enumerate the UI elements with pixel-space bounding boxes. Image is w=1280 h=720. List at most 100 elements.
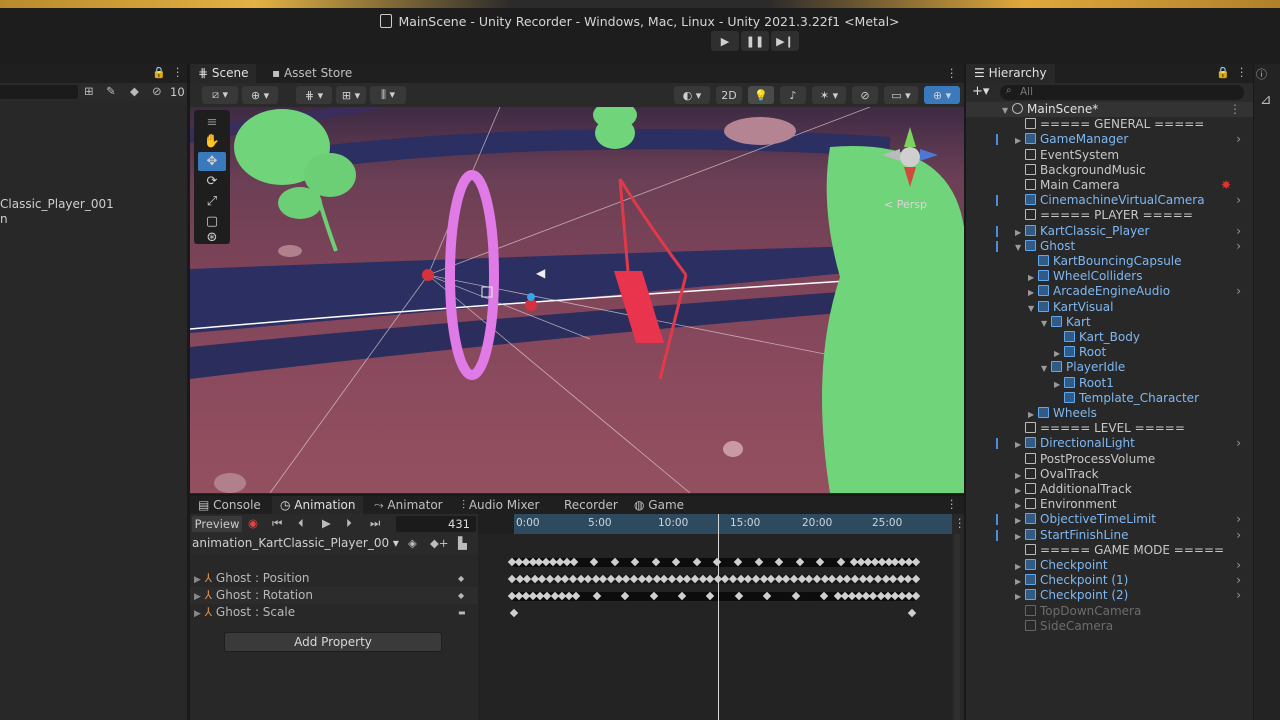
hierarchy-item[interactable]: CinemachineVirtualCamera ›: [966, 193, 1253, 208]
expand-right-icon[interactable]: ▶: [1054, 346, 1064, 361]
key-toggle-icon[interactable]: ◆: [458, 587, 464, 604]
scrollbar[interactable]: [954, 534, 960, 720]
property-row[interactable]: ▶ ⅄ Ghost : Scale ▬: [190, 604, 478, 621]
node-icon[interactable]: ⊿: [1260, 92, 1272, 108]
expand-arrow-icon[interactable]: ▶: [194, 592, 201, 602]
hierarchy-item[interactable]: ▼ Kart: [966, 315, 1253, 330]
open-prefab-chevron-icon[interactable]: ›: [1236, 512, 1241, 527]
paint-icon[interactable]: ✎: [106, 84, 116, 98]
property-row[interactable]: ▶ ⅄ Ghost : Rotation ◆: [190, 587, 478, 604]
property-row[interactable]: ▶ ⅄ Ghost : Position ◆: [190, 570, 478, 587]
expand-arrow-icon[interactable]: ▶: [194, 609, 201, 619]
hierarchy-item[interactable]: ▼ PlayerIdle: [966, 360, 1253, 375]
open-prefab-chevron-icon[interactable]: ›: [1236, 193, 1241, 208]
hierarchy-item[interactable]: ===== LEVEL =====: [966, 421, 1253, 436]
hierarchy-item[interactable]: ▶ GameManager ›: [966, 132, 1253, 147]
playhead[interactable]: [718, 514, 719, 720]
align-button[interactable]: ⫼ ▾: [370, 86, 406, 104]
expand-down-icon[interactable]: ▼: [1015, 240, 1025, 255]
add-property-button[interactable]: Add Property: [224, 632, 442, 652]
tab-scene[interactable]: ⋕ Scene: [190, 64, 257, 83]
expand-right-icon[interactable]: ▶: [1015, 468, 1025, 483]
persp-label[interactable]: < Persp: [884, 198, 927, 211]
open-prefab-chevron-icon[interactable]: ›: [1236, 436, 1241, 451]
hierarchy-item[interactable]: Template_Character: [966, 391, 1253, 406]
search-input[interactable]: [0, 85, 78, 99]
move-tool-icon[interactable]: ✥: [198, 152, 226, 171]
play-button[interactable]: ▶: [711, 31, 739, 51]
add-event-icon[interactable]: ◆+: [430, 536, 448, 550]
hierarchy-item[interactable]: TopDownCamera: [966, 604, 1253, 619]
tab-asset-store[interactable]: ▪ Asset Store: [264, 64, 360, 83]
open-prefab-chevron-icon[interactable]: ›: [1236, 239, 1241, 254]
hierarchy-item[interactable]: ▶ ArcadeEngineAudio ›: [966, 284, 1253, 299]
expand-down-icon[interactable]: ▼: [1028, 301, 1038, 316]
draw-mode-button[interactable]: ⧄ ▾: [202, 86, 238, 104]
scene-search-icon[interactable]: ⊞: [84, 84, 94, 98]
timeline-more-icon[interactable]: ⋮: [954, 516, 966, 530]
hierarchy-search-input[interactable]: ⌕ All: [1000, 85, 1244, 100]
prev-key-icon[interactable]: ⏴: [298, 516, 304, 531]
bottom-more-icon[interactable]: ⋮: [946, 497, 958, 511]
open-prefab-chevron-icon[interactable]: ›: [1236, 573, 1241, 588]
hierarchy-item[interactable]: ▶ Root: [966, 345, 1253, 360]
expand-right-icon[interactable]: ▶: [1015, 225, 1025, 240]
open-prefab-chevron-icon[interactable]: ›: [1236, 528, 1241, 543]
hand-tool-icon[interactable]: ✋: [198, 132, 226, 151]
tab-hierarchy[interactable]: ☰ Hierarchy: [966, 64, 1055, 83]
hierarchy-item[interactable]: ▶ OvalTrack: [966, 467, 1253, 482]
hierarchy-item[interactable]: ▼ KartVisual: [966, 300, 1253, 315]
scene-viewport[interactable]: ◀ < Persp: [190, 107, 964, 493]
hierarchy-item[interactable]: Main Camera ✸: [966, 178, 1253, 193]
add-keyframe-icon[interactable]: ◈: [408, 536, 417, 550]
create-button[interactable]: +▾: [972, 84, 989, 99]
hierarchy-more-icon[interactable]: ⋮: [1236, 65, 1248, 79]
camera-settings-icon[interactable]: ▭ ▾: [884, 86, 918, 104]
expand-down-icon[interactable]: ▼: [1041, 316, 1051, 331]
event-marker-icon[interactable]: ▙: [458, 536, 467, 550]
expand-right-icon[interactable]: ▶: [1028, 270, 1038, 285]
transform-tool-icon[interactable]: ⊛: [198, 228, 226, 247]
tag-icon[interactable]: ◆: [130, 84, 139, 98]
hierarchy-item[interactable]: ▶ Checkpoint ›: [966, 558, 1253, 573]
open-prefab-chevron-icon[interactable]: ›: [1236, 224, 1241, 239]
last-key-icon[interactable]: ⏭: [370, 516, 380, 531]
tab-recorder[interactable]: Recorder: [556, 496, 626, 514]
expand-right-icon[interactable]: ▶: [1015, 483, 1025, 498]
lock-icon[interactable]: 🔒: [1216, 66, 1230, 79]
expand-right-icon[interactable]: ▶: [1015, 513, 1025, 528]
audio-toggle-icon[interactable]: ♪: [780, 86, 806, 104]
info-icon[interactable]: ⓘ: [1256, 66, 1267, 82]
snap-increment-button[interactable]: ⊞ ▾: [336, 86, 366, 104]
expand-right-icon[interactable]: ▶: [1015, 498, 1025, 513]
hierarchy-item[interactable]: ▶ AdditionalTrack: [966, 482, 1253, 497]
next-key-icon[interactable]: ⏵: [346, 516, 352, 531]
preview-button[interactable]: Preview: [192, 516, 242, 532]
play-animation-icon[interactable]: ▶: [322, 516, 331, 530]
expand-right-icon[interactable]: ▶: [1015, 559, 1025, 574]
hierarchy-item[interactable]: ▶ Environment: [966, 497, 1253, 512]
expand-arrow-icon[interactable]: ▶: [194, 575, 201, 585]
keyframe[interactable]: [509, 608, 519, 618]
hierarchy-item[interactable]: ▼ Ghost ›: [966, 239, 1253, 254]
hierarchy-item[interactable]: ===== GENERAL =====: [966, 117, 1253, 132]
expand-right-icon[interactable]: ▶: [1015, 529, 1025, 544]
key-toggle-icon[interactable]: ◆: [458, 570, 464, 587]
clip-selector[interactable]: animation_KartClassic_Player_00 ▾: [192, 536, 399, 550]
hierarchy-item[interactable]: Kart_Body: [966, 330, 1253, 345]
frame-field[interactable]: 431: [396, 516, 476, 532]
step-button[interactable]: ▶❙: [771, 31, 799, 51]
expand-right-icon[interactable]: ▶: [1015, 133, 1025, 148]
pause-button[interactable]: ❚❚: [741, 31, 769, 51]
kart-player[interactable]: [422, 269, 434, 281]
rotate-tool-icon[interactable]: ⟳: [198, 172, 226, 191]
hierarchy-item[interactable]: PostProcessVolume: [966, 452, 1253, 467]
hidden-eye-icon[interactable]: ⊘: [152, 84, 162, 98]
effects-toggle-icon[interactable]: ✶ ▾: [812, 86, 846, 104]
hierarchy-item[interactable]: ▶ Root1: [966, 376, 1253, 391]
expand-right-icon[interactable]: ▶: [1028, 285, 1038, 300]
global-local-button[interactable]: ⊕ ▾: [242, 86, 278, 104]
record-icon[interactable]: ◉: [248, 516, 258, 530]
hierarchy-item[interactable]: EventSystem: [966, 148, 1253, 163]
hierarchy-item[interactable]: KartBouncingCapsule: [966, 254, 1253, 269]
